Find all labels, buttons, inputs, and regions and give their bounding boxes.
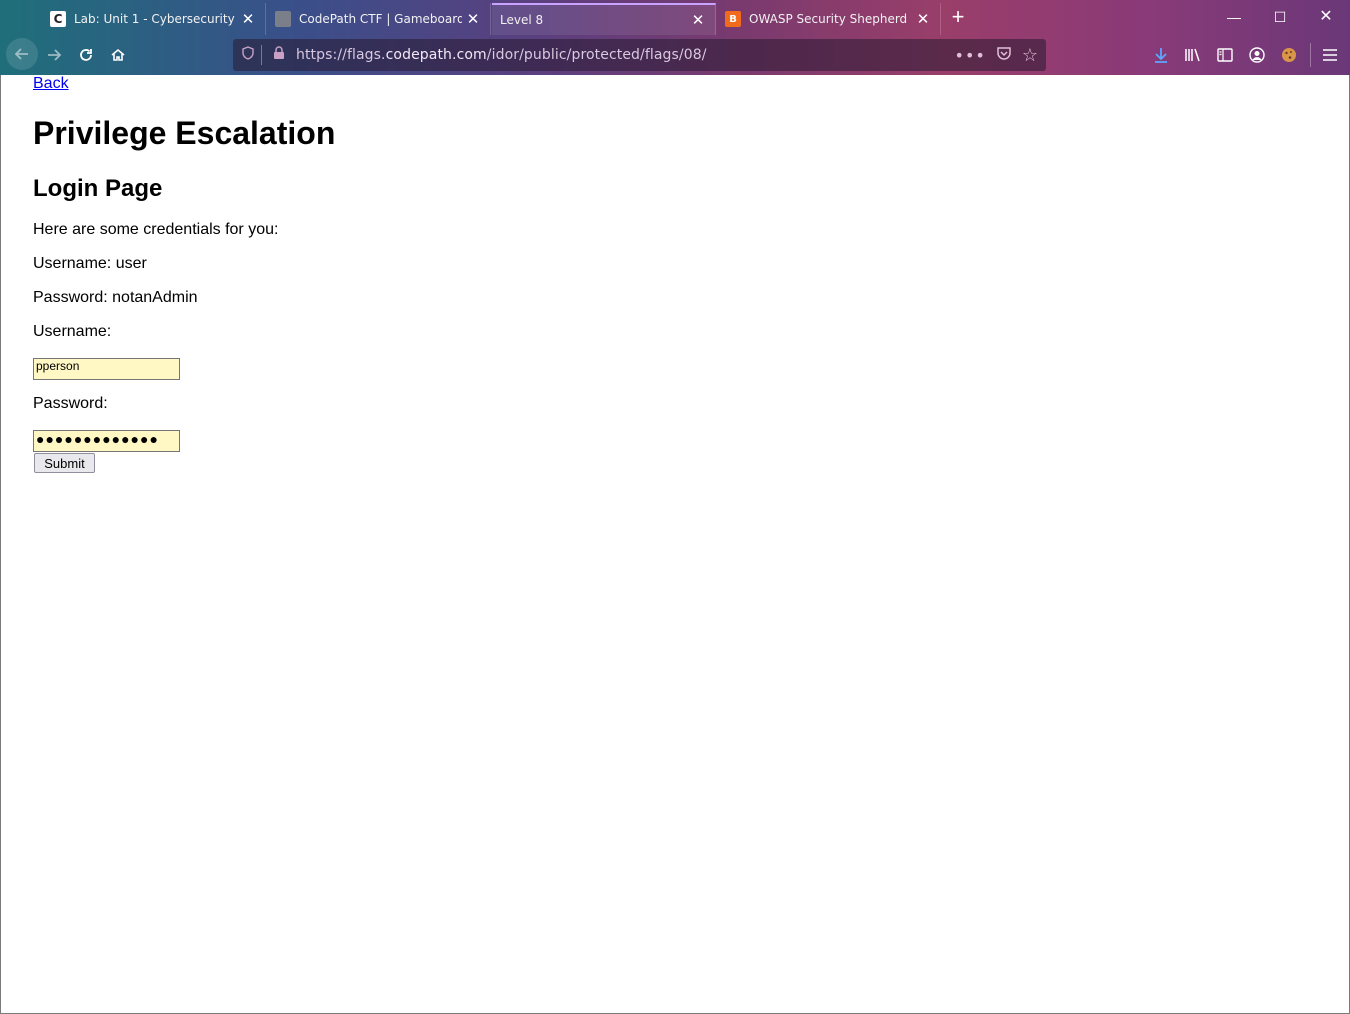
- username-label: Username:: [33, 323, 112, 340]
- reload-icon[interactable]: [72, 41, 100, 69]
- tab-title: OWASP Security Shepherd Proj: [749, 12, 912, 26]
- page-title: Privilege Escalation: [33, 115, 336, 151]
- lock-icon[interactable]: [268, 46, 290, 64]
- close-tab-icon[interactable]: ✕: [237, 10, 259, 28]
- intro-text: Here are some credentials for you:: [33, 221, 279, 238]
- submit-button[interactable]: Submit: [34, 453, 95, 473]
- credential-username: Username: user: [33, 255, 147, 272]
- tab-level-8[interactable]: Level 8 ✕: [492, 3, 716, 35]
- url-text[interactable]: https://flags.codepath.com/idor/public/p…: [290, 47, 955, 63]
- tab-title: Lab: Unit 1 - Cybersecurity Unit: [74, 12, 237, 26]
- password-label: Password:: [33, 395, 108, 412]
- tab-lab-unit-1[interactable]: C Lab: Unit 1 - Cybersecurity Unit ✕: [42, 3, 266, 35]
- password-input[interactable]: ●●●●●●●●●●●●●: [33, 430, 180, 452]
- nav-bar: https://flags.codepath.com/idor/public/p…: [0, 35, 1350, 75]
- tab-ctf-gameboard[interactable]: CodePath CTF | Gameboard ✕: [267, 3, 491, 35]
- tab-bar: C Lab: Unit 1 - Cybersecurity Unit ✕ Cod…: [0, 0, 1350, 35]
- shield-icon[interactable]: [237, 46, 259, 64]
- back-link[interactable]: Back: [33, 75, 69, 93]
- back-arrow-icon[interactable]: [6, 38, 38, 70]
- bookmark-star-icon[interactable]: ☆: [1022, 45, 1038, 66]
- hamburger-menu-icon[interactable]: [1319, 44, 1341, 66]
- page-subtitle: Login Page: [33, 175, 163, 202]
- url-divider: [261, 45, 262, 65]
- extension-cookie-icon[interactable]: [1278, 44, 1300, 66]
- pocket-icon[interactable]: [996, 45, 1012, 65]
- account-icon[interactable]: [1246, 44, 1268, 66]
- ctf-icon: [275, 11, 291, 27]
- minimize-icon[interactable]: —: [1219, 6, 1249, 28]
- url-domain: codepath.com: [385, 47, 487, 63]
- forward-arrow-icon[interactable]: [40, 41, 68, 69]
- credential-password: Password: notanAdmin: [33, 289, 198, 306]
- maximize-icon[interactable]: ☐: [1265, 6, 1295, 28]
- close-tab-icon[interactable]: ✕: [912, 10, 934, 28]
- page-content: Back Privilege Escalation Login Page Her…: [0, 75, 1350, 1014]
- toolbar-divider: [1310, 43, 1311, 67]
- codepath-c-icon: C: [50, 11, 66, 27]
- sidebar-icon[interactable]: [1214, 44, 1236, 66]
- browser-chrome: C Lab: Unit 1 - Cybersecurity Unit ✕ Cod…: [0, 0, 1350, 75]
- download-icon[interactable]: [1150, 44, 1172, 66]
- username-input[interactable]: pperson: [33, 358, 180, 380]
- close-tab-icon[interactable]: ✕: [462, 10, 484, 28]
- tab-owasp-shepherd[interactable]: B OWASP Security Shepherd Proj ✕: [717, 3, 941, 35]
- close-tab-icon[interactable]: ✕: [687, 11, 709, 29]
- more-actions-icon[interactable]: •••: [955, 46, 986, 65]
- url-prefix: https://flags.: [296, 47, 386, 63]
- blogger-icon: B: [725, 11, 741, 27]
- url-bar[interactable]: https://flags.codepath.com/idor/public/p…: [233, 39, 1046, 71]
- tab-title: CodePath CTF | Gameboard: [299, 12, 462, 26]
- tab-title: Level 8: [500, 13, 544, 27]
- home-icon[interactable]: [104, 41, 132, 69]
- library-icon[interactable]: [1182, 44, 1204, 66]
- url-path: /idor/public/protected/flags/08/: [486, 47, 707, 63]
- new-tab-button[interactable]: +: [946, 6, 970, 30]
- window-close-icon[interactable]: ✕: [1311, 6, 1341, 28]
